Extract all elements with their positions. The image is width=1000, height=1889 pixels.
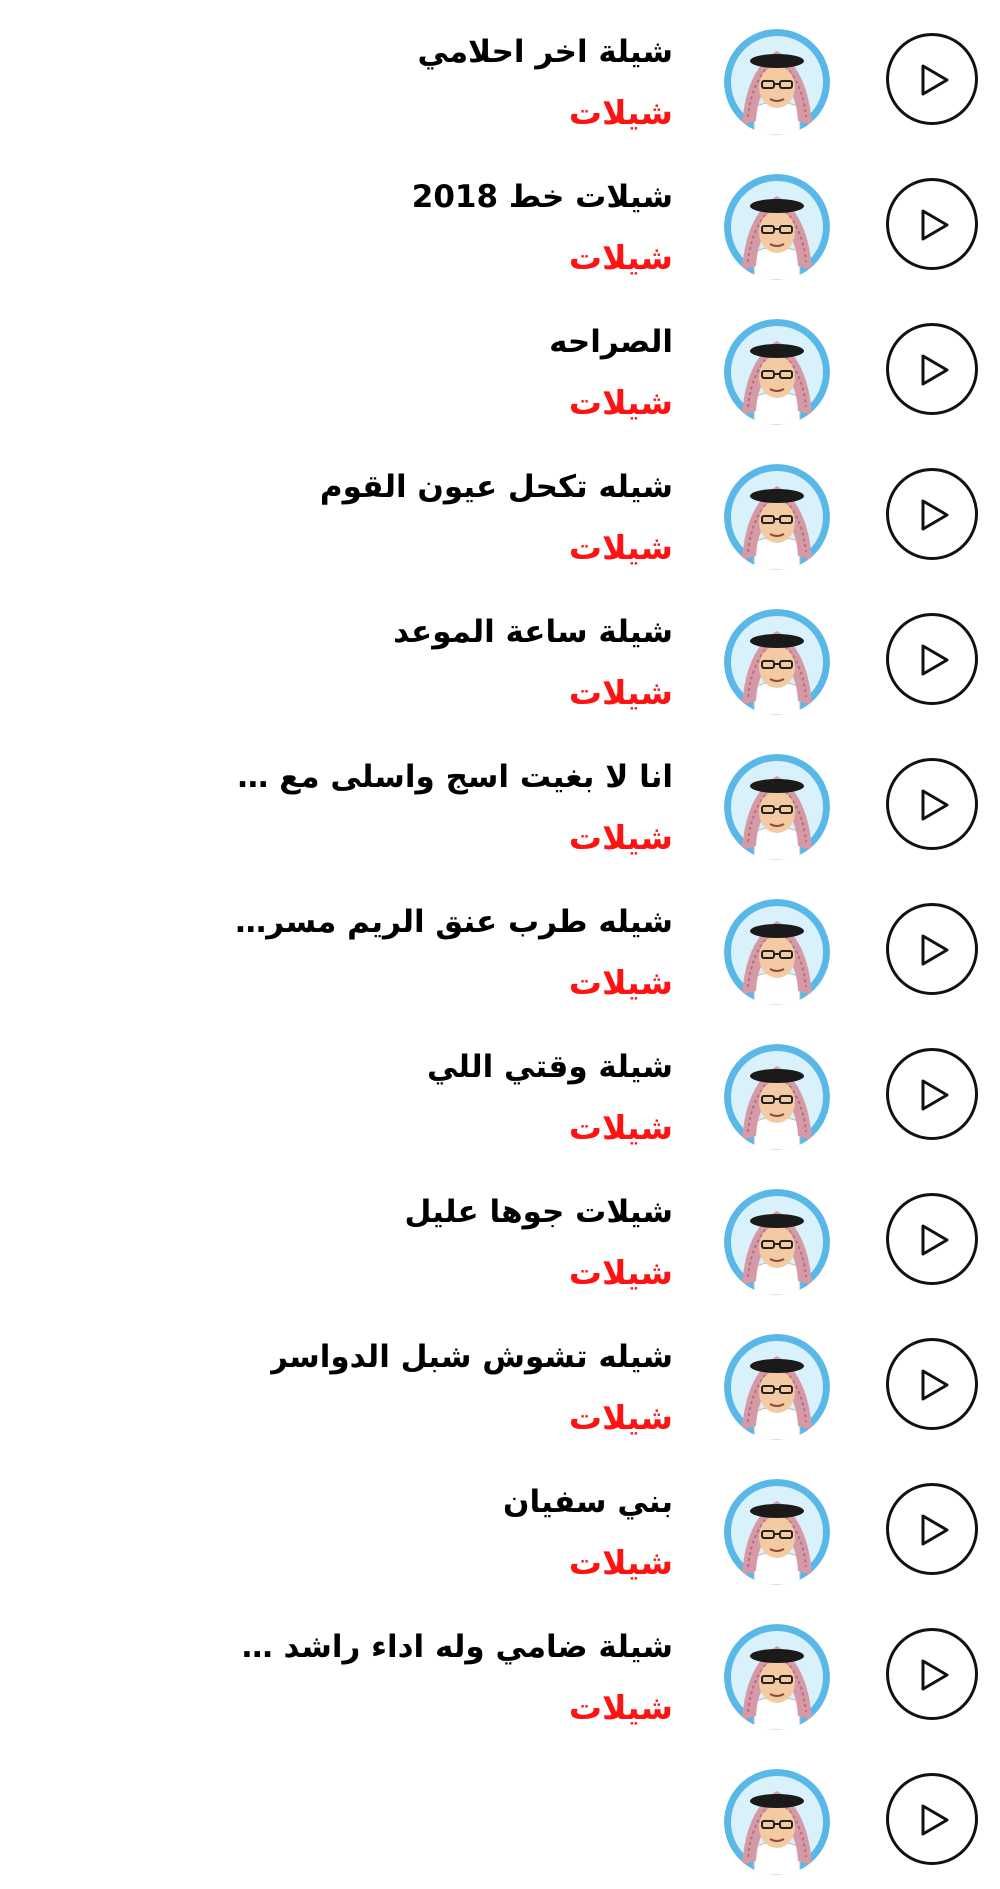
play-button[interactable] [886, 613, 978, 705]
song-category: شيلات [568, 528, 673, 567]
play-button[interactable] [886, 1193, 978, 1285]
song-title: شيلة ضامي وله اداء راشد آ... [233, 1629, 673, 1665]
avatar-icon [724, 464, 830, 570]
avatar-icon [724, 1334, 830, 1440]
play-icon [921, 1224, 949, 1256]
song-title: شيله طرب عنق الريم مسرعه [233, 904, 673, 940]
play-icon [921, 1659, 949, 1691]
song-category: شيلات [568, 1253, 673, 1292]
list-item[interactable]: شيلات جوها عليل شيلات [0, 1164, 1000, 1309]
list-item[interactable] [0, 1744, 1000, 1889]
play-icon [921, 1514, 949, 1546]
play-icon [921, 1804, 949, 1836]
play-icon [921, 1079, 949, 1111]
avatar-icon [724, 29, 830, 135]
song-title: شيلات خط 2018 [411, 179, 673, 215]
list-item[interactable]: شيلات خط 2018 شيلات [0, 149, 1000, 294]
list-item[interactable]: شيله تكحل عيون القوم شيلات [0, 439, 1000, 584]
song-title: الصراحه [549, 324, 673, 360]
play-icon [921, 934, 949, 966]
list-item[interactable]: شيلة ساعة الموعد شيلات [0, 584, 1000, 729]
song-category: شيلات [568, 963, 673, 1002]
play-button[interactable] [886, 1773, 978, 1865]
song-title: شيله تكحل عيون القوم [319, 469, 673, 505]
avatar-icon [724, 899, 830, 1005]
song-list: شيلة اخر احلامي شيلات شيلات خط 2018 شيلا… [0, 0, 1000, 1875]
song-title: شيله تشوش شبل الدواسر [269, 1339, 673, 1375]
song-category: شيلات [568, 383, 673, 422]
song-title: بني سفيان [502, 1484, 673, 1520]
list-item[interactable]: شيله تشوش شبل الدواسر شيلات [0, 1309, 1000, 1454]
list-item[interactable]: شيلة وقتي اللي شيلات [0, 1019, 1000, 1164]
avatar-icon [724, 319, 830, 425]
play-button[interactable] [886, 1338, 978, 1430]
song-title: شيلة اخر احلامي [417, 34, 674, 70]
avatar-icon [724, 1189, 830, 1295]
song-title: شيلة وقتي اللي [426, 1049, 673, 1085]
play-button[interactable] [886, 178, 978, 270]
list-item[interactable]: شيلة ضامي وله اداء راشد آ... شيلات [0, 1599, 1000, 1744]
song-title: انا لا بغيت اسج واسلى مع ال... [233, 759, 673, 795]
list-item[interactable]: بني سفيان شيلات [0, 1454, 1000, 1599]
avatar-icon [724, 609, 830, 715]
play-button[interactable] [886, 323, 978, 415]
song-category: شيلات [568, 1543, 673, 1582]
avatar-icon [724, 174, 830, 280]
list-item[interactable]: انا لا بغيت اسج واسلى مع ال... شيلات [0, 729, 1000, 874]
play-button[interactable] [886, 758, 978, 850]
play-button[interactable] [886, 33, 978, 125]
list-item[interactable]: شيله طرب عنق الريم مسرعه شيلات [0, 874, 1000, 1019]
play-icon [921, 644, 949, 676]
song-title: شيلة ساعة الموعد [393, 614, 673, 650]
play-icon [921, 499, 949, 531]
play-button[interactable] [886, 1483, 978, 1575]
avatar-icon [724, 1624, 830, 1730]
play-icon [921, 789, 949, 821]
play-button[interactable] [886, 1628, 978, 1720]
song-category: شيلات [568, 1688, 673, 1727]
list-item[interactable]: الصراحه شيلات [0, 294, 1000, 439]
song-title: شيلات جوها عليل [404, 1194, 673, 1230]
play-icon [921, 354, 949, 386]
avatar-icon [724, 1044, 830, 1150]
list-item[interactable]: شيلة اخر احلامي شيلات [0, 4, 1000, 149]
avatar-icon [724, 754, 830, 860]
play-icon [921, 64, 949, 96]
play-icon [921, 209, 949, 241]
song-category: شيلات [568, 1108, 673, 1147]
avatar-icon [724, 1769, 830, 1875]
song-category: شيلات [568, 1398, 673, 1437]
play-icon [921, 1369, 949, 1401]
play-button[interactable] [886, 1048, 978, 1140]
play-button[interactable] [886, 903, 978, 995]
song-category: شيلات [568, 673, 673, 712]
play-button[interactable] [886, 468, 978, 560]
avatar-icon [724, 1479, 830, 1585]
song-category: شيلات [568, 238, 673, 277]
song-category: شيلات [568, 93, 673, 132]
song-category: شيلات [568, 818, 673, 857]
